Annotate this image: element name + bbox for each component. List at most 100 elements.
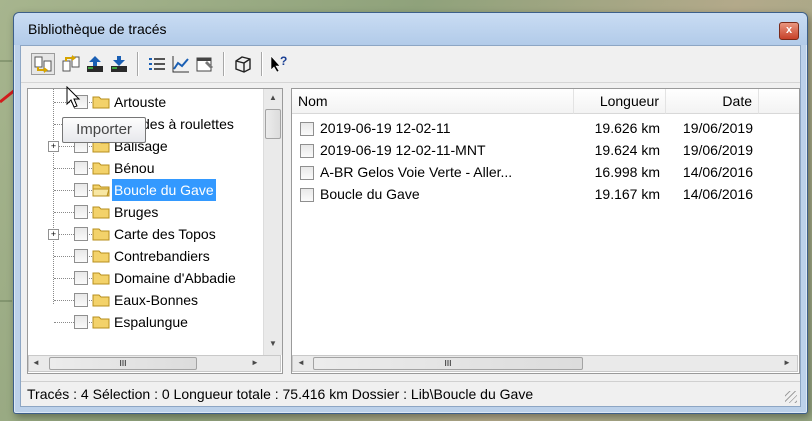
- export-button[interactable]: [59, 53, 83, 75]
- folder-icon: [92, 184, 110, 197]
- folder-icon: [92, 316, 110, 329]
- scroll-left-icon[interactable]: ◄: [297, 358, 305, 367]
- resize-grip-icon[interactable]: [785, 391, 797, 403]
- window-title: Bibliothèque de tracés: [28, 21, 167, 37]
- toolbar-separator: [223, 52, 225, 76]
- column-header-name[interactable]: Nom: [292, 89, 574, 114]
- scroll-down-icon[interactable]: ▼: [264, 339, 282, 348]
- tree-item-label: Contrebandiers: [114, 248, 210, 264]
- tree-item-label: Eaux-Bonnes: [114, 292, 199, 308]
- toolbar-separator: [137, 52, 139, 76]
- track-length: 16.998 km: [594, 164, 660, 180]
- tree-item-checkbox[interactable]: [74, 271, 88, 285]
- tree-item[interactable]: Domaine d'Abbadie: [28, 267, 262, 289]
- tree-item-label: Artouste: [114, 94, 167, 110]
- tree-item[interactable]: Espalungue: [28, 311, 262, 333]
- table-row[interactable]: 2019-06-19 12-02-11-MNT 19.624 km 19/06/20…: [292, 139, 772, 161]
- column-header-date[interactable]: Date: [666, 89, 759, 114]
- folder-icon: [92, 206, 110, 219]
- folder-icon: [92, 96, 110, 109]
- tree-item-checkbox[interactable]: [74, 183, 88, 197]
- 3d-view-button[interactable]: [231, 53, 255, 75]
- tree-item[interactable]: Artouste: [28, 91, 262, 113]
- tree-item-label: Espalungue: [114, 314, 188, 330]
- column-header-length[interactable]: Longueur: [574, 89, 666, 114]
- download-button[interactable]: [107, 53, 131, 75]
- folder-icon: [92, 250, 110, 263]
- track-name: Boucle du Gave: [320, 186, 420, 202]
- table-row[interactable]: A-BR Gelos Voie Verte - Aller... 16.998 k…: [292, 161, 772, 183]
- 3d-view-icon: [235, 56, 251, 73]
- scroll-right-icon[interactable]: ►: [783, 358, 791, 367]
- properties-icon: [196, 57, 213, 72]
- window-client: ? Artouste Balades à roulettes + Balisage Bé…: [20, 45, 801, 407]
- folder-icon: [92, 162, 110, 175]
- title-bar[interactable]: Bibliothèque de tracés x: [14, 13, 807, 45]
- help-button[interactable]: ?: [267, 53, 291, 75]
- export-icon: [62, 55, 80, 72]
- scroll-right-icon[interactable]: ►: [251, 358, 259, 367]
- tree-item-label: Carte des Topos: [114, 226, 216, 242]
- track-checkbox[interactable]: [300, 144, 314, 158]
- track-date: 19/06/2019: [682, 142, 753, 158]
- tree-item-checkbox[interactable]: [74, 161, 88, 175]
- upload-button[interactable]: [83, 53, 107, 75]
- tree-item-checkbox[interactable]: [74, 205, 88, 219]
- column-header-filler: [759, 89, 799, 114]
- download-icon: [111, 56, 127, 72]
- track-length: 19.626 km: [594, 120, 660, 136]
- import-button[interactable]: [31, 53, 55, 75]
- map-road: [0, 300, 12, 302]
- table-row[interactable]: 2019-06-19 12-02-11 19.626 km 19/06/2019: [292, 117, 772, 139]
- scroll-thumb[interactable]: III: [49, 357, 197, 370]
- track-library-window: Bibliothèque de tracés x ? Artouste Bala…: [13, 12, 808, 414]
- properties-button[interactable]: [193, 53, 217, 75]
- scroll-thumb[interactable]: [265, 109, 281, 139]
- track-name: A-BR Gelos Voie Verte - Aller...: [320, 164, 513, 180]
- map-road: [0, 60, 12, 62]
- scroll-up-icon[interactable]: ▲: [264, 93, 282, 102]
- tree-horizontal-scrollbar[interactable]: ◄ III ►: [28, 355, 281, 372]
- track-checkbox[interactable]: [300, 188, 314, 202]
- status-bar: Tracés : 4 Sélection : 0 Longueur totale…: [21, 381, 800, 406]
- tree-vertical-scrollbar[interactable]: ▲ ▼: [263, 89, 282, 355]
- close-button[interactable]: x: [779, 22, 799, 40]
- tree-item-label: Bénou: [114, 160, 155, 176]
- scroll-thumb[interactable]: III: [313, 357, 583, 370]
- folder-icon: [92, 294, 110, 307]
- track-name: 2019-06-19 12-02-11: [320, 120, 451, 136]
- tree-item-checkbox[interactable]: [74, 293, 88, 307]
- list-horizontal-scrollbar[interactable]: ◄ III ►: [292, 355, 798, 372]
- table-row[interactable]: Boucle du Gave 19.167 km 14/06/2016: [292, 183, 772, 205]
- track-length: 19.167 km: [594, 186, 660, 202]
- tree-item[interactable]: Eaux-Bonnes: [28, 289, 262, 311]
- track-date: 14/06/2016: [682, 164, 753, 180]
- folder-icon: [92, 228, 110, 241]
- scroll-left-icon[interactable]: ◄: [32, 358, 40, 367]
- toolbar: ?: [21, 46, 800, 83]
- list-view-button[interactable]: [145, 53, 169, 75]
- tree-item[interactable]: Bénou: [28, 157, 262, 179]
- status-text: Tracés : 4 Sélection : 0 Longueur totale…: [27, 386, 534, 402]
- expand-plus-icon[interactable]: +: [48, 229, 59, 240]
- track-checkbox[interactable]: [300, 122, 314, 136]
- tree-item[interactable]: Boucle du Gave: [28, 179, 262, 201]
- tree-item-checkbox[interactable]: [74, 249, 88, 263]
- track-length: 19.624 km: [594, 142, 660, 158]
- scroll-grip-icon: III: [444, 359, 452, 368]
- tree-item-checkbox[interactable]: [74, 227, 88, 241]
- tree-item[interactable]: Contrebandiers: [28, 245, 262, 267]
- list-icon: [149, 58, 165, 70]
- track-date: 14/06/2016: [682, 186, 753, 202]
- tree-item[interactable]: + Carte des Topos: [28, 223, 262, 245]
- track-checkbox[interactable]: [300, 166, 314, 180]
- svg-text:?: ?: [280, 55, 287, 68]
- expand-plus-icon[interactable]: +: [48, 141, 59, 152]
- track-list[interactable]: Nom Longueur Date 2019-06-19 12-02-11 19.…: [291, 88, 800, 374]
- help-icon: ?: [270, 55, 287, 73]
- tree-item[interactable]: Bruges: [28, 201, 262, 223]
- import-tooltip: Importer: [62, 117, 146, 143]
- tree-item-checkbox[interactable]: [74, 315, 88, 329]
- import-icon: [34, 56, 52, 73]
- profile-button[interactable]: [169, 53, 193, 75]
